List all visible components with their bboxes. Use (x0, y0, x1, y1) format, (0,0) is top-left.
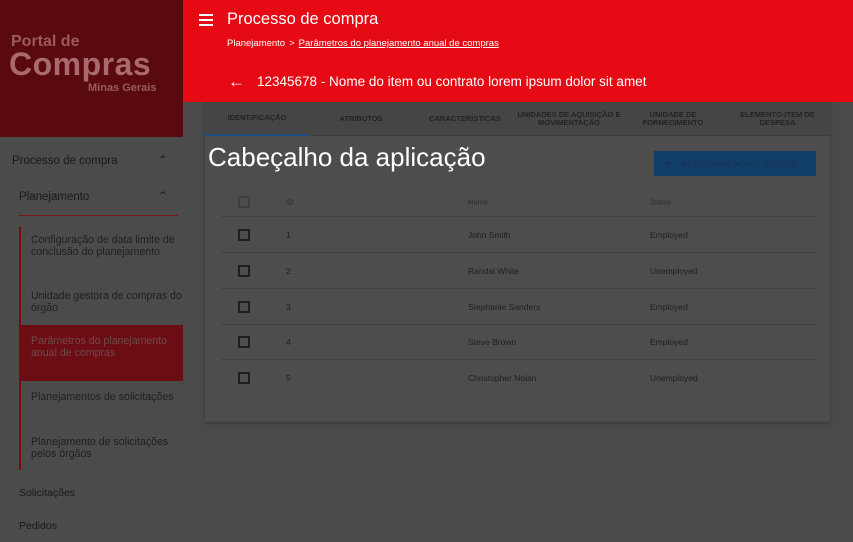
tab-caracteristicas[interactable]: CARACTERÍSTICAS (413, 102, 517, 136)
column-header-status[interactable]: Status (650, 197, 671, 206)
item-title: 12345678 - Nome do item ou contrato lore… (257, 74, 647, 89)
sidebar-item-label: Parâmetros do planejamento anual de comp… (31, 335, 168, 359)
tab-unidades-aquisicao[interactable]: UNIDADES DE AQUISIÇÃO E MOVIMENTAÇÃO (517, 102, 621, 136)
sidebar-item-parametros[interactable]: Parâmetros do planejamento anual de comp… (21, 325, 183, 381)
tab-atributos[interactable]: ATRIBUTOS (309, 102, 413, 136)
breadcrumb: Planejamento > Parâmetros do planejamento … (227, 38, 499, 49)
sidebar-item-config-data-limite[interactable]: Configuração de data limite de conclusão… (21, 234, 183, 275)
tab-bar: IDENTIFICAÇÃO ATRIBUTOS CARACTERÍSTICAS … (205, 102, 830, 136)
nav-processo-label: Processo de compra (12, 155, 118, 167)
nav-planejamento-label: Planejamento (19, 191, 90, 203)
chevron-up-icon[interactable]: ⌃ (158, 153, 168, 167)
table-row[interactable]: 4 Steve Brown Employed (221, 324, 817, 360)
divider (18, 215, 178, 216)
brand-line-2: Compras (9, 46, 152, 82)
sidebar-item-planejamento-orgaos[interactable]: Planejamento de solicitações pelos órgão… (21, 436, 183, 467)
plus-icon: + (664, 154, 674, 172)
table-row[interactable]: 5 Christopher Nolan Unemployed (221, 360, 817, 396)
arrow-left-icon[interactable]: ← (228, 72, 245, 92)
tab-elemento-item-despesa[interactable]: ELEMENTO-ITEM DE DESPESA (725, 102, 830, 136)
sidebar: Portal de Compras Minas Gerais Processo … (0, 0, 183, 542)
add-object-label: ADICIONAR NOVO OBJETO (681, 158, 798, 169)
breadcrumb-separator: > (289, 38, 295, 49)
sidebar-item-label: Configuração de data limite de conclusão… (31, 234, 175, 258)
tab-unidade-fornecimento[interactable]: UNIDADE DE FORNECIMENTO (621, 102, 725, 136)
cell-id: 1 (286, 229, 291, 240)
row-checkbox[interactable] (238, 300, 250, 313)
tab-identificacao[interactable]: IDENTIFICAÇÃO (205, 102, 309, 136)
table-header: ID Name Status (221, 187, 817, 217)
table-row[interactable]: 1 John Smith Employed (221, 217, 817, 253)
column-header-id[interactable]: ID (286, 197, 294, 206)
nav-planejamento[interactable]: Planejamento ⌃ (19, 189, 172, 203)
table-row[interactable]: 2 Randal White Unemployed (221, 253, 817, 289)
nav-processo-de-compra[interactable]: Processo de compra ⌃ (12, 153, 172, 167)
add-object-button[interactable]: + ADICIONAR NOVO OBJETO (654, 151, 816, 176)
sidebar-item-label: Planejamentos de solicitações (31, 391, 174, 403)
row-checkbox[interactable] (238, 372, 250, 384)
cell-status: Unemployed (650, 265, 698, 276)
cell-name: Steve Brown (468, 336, 517, 347)
sidebar-item-unidade-gestora[interactable]: Unidade gestora de compras do órgão (21, 290, 183, 321)
sidebar-item-label: Planejamento de solicitações pelos órgão… (31, 436, 169, 460)
cell-status: Employed (650, 301, 688, 312)
table-row[interactable]: 3 Stephanie Sanders Employed (221, 289, 817, 325)
app-header: Processo de compra Planejamento > Parâmetr… (183, 0, 853, 102)
cell-name: Randal White (468, 265, 520, 276)
cell-name: Stephanie Sanders (468, 301, 541, 312)
breadcrumb-current[interactable]: Parâmetros do planejamento anual de comp… (299, 38, 499, 49)
cell-status: Unemployed (650, 373, 698, 383)
column-header-name[interactable]: Name (468, 197, 488, 206)
breadcrumb-root[interactable]: Planejamento (227, 38, 285, 49)
nav-pedidos[interactable]: Pedidos (19, 520, 57, 532)
sidebar-item-label: Unidade gestora de compras do órgão (31, 290, 182, 314)
cell-id: 2 (286, 265, 291, 276)
cell-id: 4 (286, 336, 291, 347)
nav-solicitacoes[interactable]: Solicitações (19, 487, 75, 499)
overlay-label: Cabeçalho da aplicação (208, 142, 486, 172)
cell-name: Christopher Nolan (468, 373, 537, 383)
cell-status: Employed (650, 229, 688, 240)
row-checkbox[interactable] (238, 228, 250, 241)
row-checkbox[interactable] (238, 335, 250, 348)
cell-status: Employed (650, 336, 688, 347)
cell-id: 3 (286, 301, 291, 312)
sidebar-item-planejamentos-solicitacoes[interactable]: Planejamentos de solicitações (21, 391, 183, 422)
cell-name: John Smith (468, 229, 511, 240)
brand-logo: Portal de Compras Minas Gerais (0, 0, 183, 137)
hamburger-menu-icon[interactable] (199, 14, 213, 26)
cell-id: 5 (286, 373, 291, 383)
brand-line-3: Minas Gerais (88, 82, 157, 94)
select-all-checkbox[interactable] (238, 195, 250, 208)
row-checkbox[interactable] (238, 264, 250, 277)
chevron-up-icon[interactable]: ⌃ (158, 189, 168, 203)
page-title: Processo de compra (227, 10, 379, 28)
